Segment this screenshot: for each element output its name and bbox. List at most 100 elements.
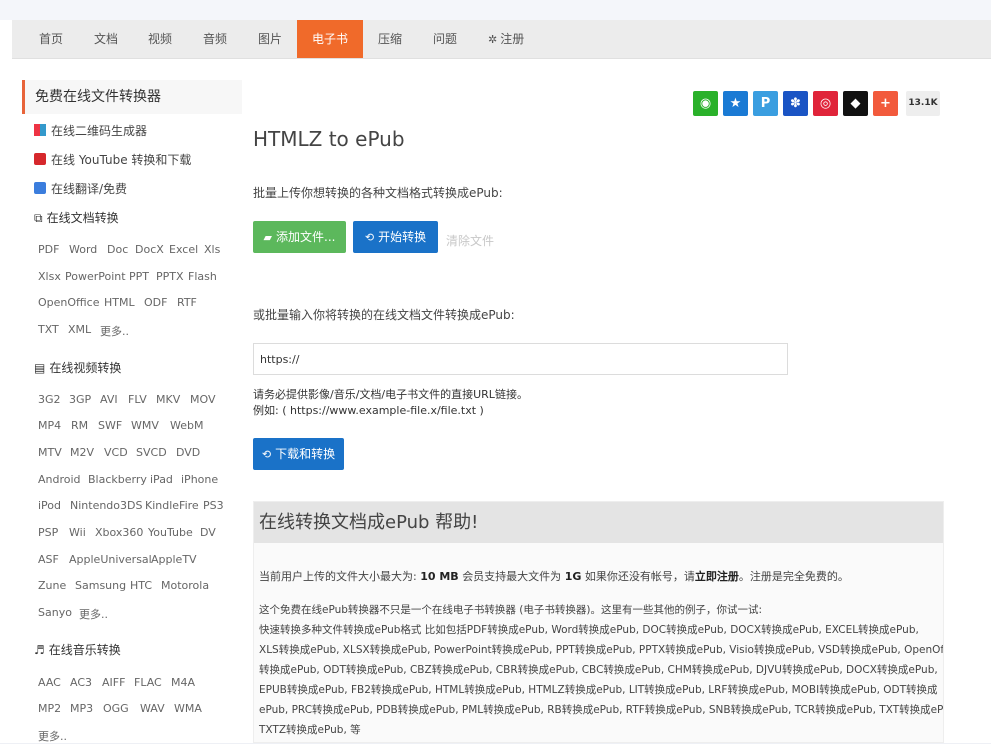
audio-tag[interactable]: AIFF xyxy=(102,676,125,689)
nav-register[interactable]: ✲ 注册 xyxy=(488,20,524,58)
audio-tag[interactable]: WMA xyxy=(174,702,202,715)
doc-tag[interactable]: XML xyxy=(68,323,91,336)
doc-tag[interactable]: OpenOffice xyxy=(38,296,100,309)
nav-documents[interactable]: 文档 xyxy=(94,20,118,58)
audio-tag[interactable]: M4A xyxy=(171,676,195,689)
doc-tag[interactable]: RTF xyxy=(177,296,197,309)
doc-tag[interactable]: Excel xyxy=(169,243,198,256)
video-tag[interactable]: Xbox360 xyxy=(95,526,143,539)
doc-tag[interactable]: HTML xyxy=(104,296,135,309)
video-tag[interactable]: PSP xyxy=(38,526,58,539)
tencent-weibo-icon[interactable]: P xyxy=(753,91,778,116)
audio-more-link[interactable]: 更多.. xyxy=(38,728,67,744)
url-note: 请务必提供影像/音乐/文档/电子书文件的直接URL链接。 xyxy=(253,388,528,401)
video-tag[interactable]: M2V xyxy=(70,446,94,459)
url-input[interactable] xyxy=(253,343,788,375)
video-tag[interactable]: 3G2 xyxy=(38,393,61,406)
nav-compress[interactable]: 压缩 xyxy=(378,20,402,58)
video-tag[interactable]: Sanyo xyxy=(38,606,72,619)
video-tag[interactable]: DV xyxy=(200,526,216,539)
video-tag[interactable]: iPod xyxy=(38,499,61,512)
audio-tag[interactable]: AAC xyxy=(38,676,61,689)
video-tag[interactable]: Samsung xyxy=(75,579,126,592)
video-tag[interactable]: 3GP xyxy=(69,393,91,406)
nav-questions[interactable]: 问题 xyxy=(433,20,457,58)
sidebar-item-label: 在线翻译/免费 xyxy=(51,182,128,196)
qq-icon[interactable]: ◆ xyxy=(843,91,868,116)
video-tag[interactable]: FLV xyxy=(128,393,147,406)
video-tag[interactable]: MOV xyxy=(190,393,215,406)
doc-tag[interactable]: ODF xyxy=(144,296,167,309)
more-share-icon[interactable]: + xyxy=(873,91,898,116)
nav-images[interactable]: 图片 xyxy=(258,20,282,58)
doc-more-link[interactable]: 更多.. xyxy=(100,323,129,339)
video-tag[interactable]: ASF xyxy=(38,553,59,566)
video-tag[interactable]: Motorola xyxy=(161,579,209,592)
video-tag[interactable]: DVD xyxy=(176,446,200,459)
video-tag[interactable]: YouTube xyxy=(148,526,193,539)
wechat-icon[interactable]: ◉ xyxy=(693,91,718,116)
audio-tag[interactable]: FLAC xyxy=(134,676,162,689)
doc-section-label: 在线文档转换 xyxy=(46,211,119,225)
video-tag[interactable]: Zune xyxy=(38,579,66,592)
audio-tag[interactable]: MP2 xyxy=(38,702,61,715)
help-panel: 在线转换文档成ePub 帮助! 当前用户上传的文件大小最大为: 10 MB 会员… xyxy=(253,501,944,743)
doc-tag[interactable]: Word xyxy=(69,243,97,256)
nav-home[interactable]: 首页 xyxy=(39,20,63,58)
video-tag[interactable]: Nintendo3DS xyxy=(70,499,142,512)
video-tag[interactable]: RM xyxy=(71,419,88,432)
download-convert-button[interactable]: ⟲ 下载和转换 xyxy=(253,438,344,470)
audio-tag[interactable]: MP3 xyxy=(70,702,93,715)
video-tag[interactable]: Android xyxy=(38,473,81,486)
refresh-icon: ⟲ xyxy=(364,231,375,244)
video-more-link[interactable]: 更多.. xyxy=(79,606,108,622)
nav-audio[interactable]: 音频 xyxy=(203,20,227,58)
video-tag[interactable]: PS3 xyxy=(203,499,224,512)
video-tag[interactable]: VCD xyxy=(104,446,128,459)
doc-tag[interactable]: TXT xyxy=(38,323,59,336)
video-tag[interactable]: KindleFire xyxy=(145,499,199,512)
video-tag[interactable]: MP4 xyxy=(38,419,61,432)
doc-tag[interactable]: DocX xyxy=(135,243,164,256)
nav-ebook[interactable]: 电子书 xyxy=(297,20,363,58)
start-convert-button[interactable]: ⟲ 开始转换 xyxy=(353,221,438,253)
page-title: HTMLZ to ePub xyxy=(253,127,405,151)
doc-tag[interactable]: Xls xyxy=(204,243,220,256)
add-files-button[interactable]: ▰ 添加文件... xyxy=(253,221,346,253)
doc-tag[interactable]: Doc xyxy=(107,243,128,256)
audio-tag[interactable]: OGG xyxy=(103,702,129,715)
video-tag[interactable]: AppleUniversal xyxy=(69,553,152,566)
qzone-icon[interactable]: ★ xyxy=(723,91,748,116)
video-tag[interactable]: MKV xyxy=(156,393,180,406)
help-line: XLS转换成ePub, XLSX转换成ePub, PowerPoint转换成eP… xyxy=(259,644,944,656)
doc-tag[interactable]: Xlsx xyxy=(38,270,61,283)
video-tag[interactable]: HTC xyxy=(130,579,152,592)
doc-tag[interactable]: PDF xyxy=(38,243,59,256)
sidebar-item-youtube[interactable]: 在线 YouTube 转换和下载 xyxy=(34,151,191,168)
video-tag[interactable]: AVI xyxy=(100,393,118,406)
audio-tag[interactable]: WAV xyxy=(140,702,165,715)
doc-tag[interactable]: Flash xyxy=(188,270,217,283)
audio-tag[interactable]: AC3 xyxy=(70,676,92,689)
video-tag[interactable]: WebM xyxy=(170,419,203,432)
clear-files-button[interactable]: 清除文件 xyxy=(446,232,494,249)
video-tag[interactable]: SVCD xyxy=(136,446,167,459)
video-tag[interactable]: Blackberry xyxy=(88,473,147,486)
video-tag[interactable]: SWF xyxy=(98,419,122,432)
video-tag[interactable]: WMV xyxy=(131,419,159,432)
nav-video[interactable]: 视频 xyxy=(148,20,172,58)
doc-tag[interactable]: PowerPoint xyxy=(65,270,126,283)
video-tag[interactable]: Wii xyxy=(69,526,86,539)
doc-tag[interactable]: PPT xyxy=(129,270,149,283)
url-example: 例如: ( https://www.example-file.x/file.tx… xyxy=(253,404,484,417)
baidu-icon[interactable]: ✽ xyxy=(783,91,808,116)
sidebar-item-translate[interactable]: 在线翻译/免费 xyxy=(34,180,127,197)
register-now-link[interactable]: 立即注册 xyxy=(695,570,739,583)
sidebar-item-qrcode[interactable]: 在线二维码生成器 xyxy=(34,122,147,139)
sina-weibo-icon[interactable]: ◎ xyxy=(813,91,838,116)
video-tag[interactable]: AppleTV xyxy=(151,553,197,566)
video-tag[interactable]: iPhone xyxy=(181,473,218,486)
video-tag[interactable]: iPad xyxy=(150,473,173,486)
doc-tag[interactable]: PPTX xyxy=(156,270,184,283)
video-tag[interactable]: MTV xyxy=(38,446,62,459)
